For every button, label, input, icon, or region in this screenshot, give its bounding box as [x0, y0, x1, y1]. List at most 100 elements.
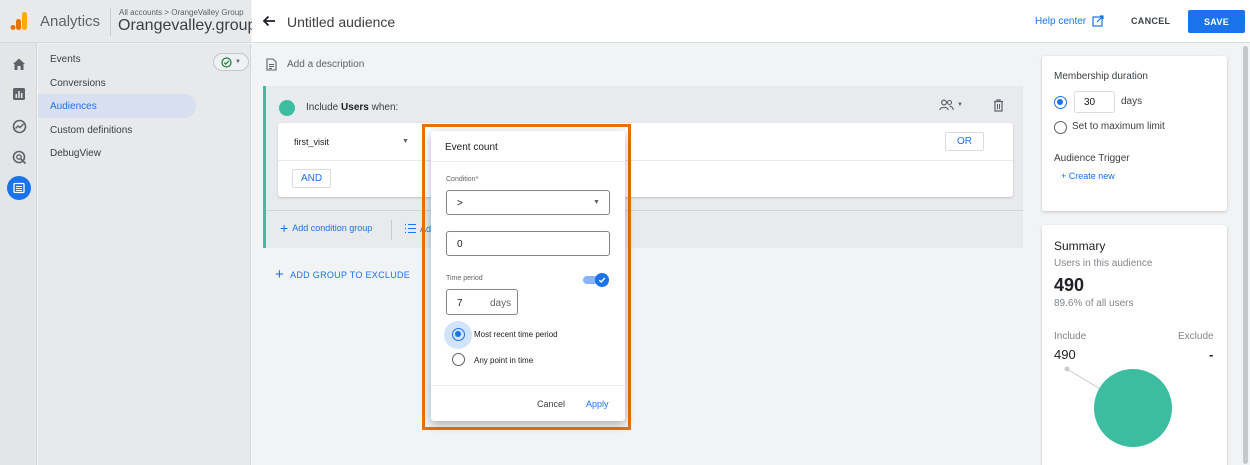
or-button[interactable]: OR	[945, 132, 984, 151]
most-recent-label: Most recent time period	[474, 330, 558, 339]
plus-icon: +	[280, 220, 289, 236]
scope-menu[interactable]: ▼	[939, 99, 963, 111]
chevron-down-icon: ▼	[593, 199, 600, 206]
delete-icon[interactable]	[993, 99, 1004, 112]
dialog-divider	[431, 161, 625, 162]
advertising-icon[interactable]	[9, 147, 29, 167]
add-condition-group-button[interactable]: + Add condition group	[280, 220, 373, 236]
users-percentage: 89.6% of all users	[1054, 298, 1134, 309]
event-count-dialog: Event count Condition* > ▼ 0 Time period…	[431, 131, 625, 421]
include-users-text: Include Users when:	[306, 102, 399, 113]
any-point-radio[interactable]	[452, 353, 465, 366]
create-trigger-button[interactable]: + Create new	[1061, 171, 1115, 181]
people-icon	[939, 99, 954, 111]
chevron-down-icon: ▼	[235, 59, 241, 65]
most-recent-radio[interactable]	[452, 328, 465, 341]
users-count: 490	[1054, 275, 1085, 295]
chevron-down-icon[interactable]: ▼	[402, 138, 409, 145]
description-placeholder: Add a description	[287, 59, 365, 70]
condition-card: first_visit ▼ OR AND	[278, 123, 1013, 197]
include-label: Include	[1054, 331, 1087, 342]
pie-leader-line	[1066, 368, 1103, 391]
maximum-limit-radio[interactable]	[1054, 121, 1067, 134]
time-period-toggle[interactable]	[583, 273, 609, 287]
brand-header: Analytics All accounts > OrangeValley Gr…	[0, 0, 256, 43]
explore-icon[interactable]	[9, 116, 29, 136]
users-in-audience-label: Users in this audience	[1054, 258, 1153, 269]
home-icon[interactable]	[9, 54, 29, 74]
description-field[interactable]: Add a description	[266, 58, 364, 71]
account-breadcrumb[interactable]: All accounts > OrangeValley Group	[119, 8, 244, 17]
pie-slice-include	[1094, 369, 1172, 447]
condition-label: Condition*	[446, 176, 479, 183]
group-header: Include Users when: ▼	[266, 86, 1023, 124]
add-group-to-exclude-label: ADD GROUP TO EXCLUDE	[290, 270, 411, 280]
sidebar-item-events[interactable]: Events	[50, 54, 81, 65]
add-condition-group-label: Add condition group	[292, 223, 373, 233]
any-point-label: Any point in time	[474, 356, 534, 365]
add-group-to-exclude-button[interactable]: + ADD GROUP TO EXCLUDE	[275, 266, 411, 283]
help-center-label: Help center	[1035, 15, 1087, 27]
footer-divider	[391, 220, 392, 240]
group-footer: + Add condition group Ad	[266, 210, 1023, 248]
nav-rail	[0, 0, 37, 465]
membership-duration-title: Membership duration	[1054, 71, 1148, 82]
duration-days-input[interactable]: 30	[1074, 91, 1115, 113]
exclude-label: Exclude	[1178, 331, 1214, 342]
property-selector[interactable]: Orangevalley.group	[118, 17, 256, 35]
check-icon	[598, 277, 606, 284]
document-icon	[266, 58, 277, 71]
pie-leader-dot	[1064, 366, 1070, 372]
maximum-limit-label: Set to maximum limit	[1072, 121, 1165, 132]
dialog-footer-divider	[431, 385, 625, 386]
condition-operator-select[interactable]: > ▼	[446, 190, 610, 215]
audience-trigger-title: Audience Trigger	[1054, 153, 1130, 164]
scrollbar-thumb[interactable]	[1243, 46, 1248, 464]
audience-topbar: Untitled audience Help center CANCEL SAV…	[252, 0, 1250, 43]
header-divider	[110, 8, 111, 36]
dialog-cancel-button[interactable]: Cancel	[537, 399, 565, 409]
group-color-dot	[279, 100, 295, 116]
dialog-title: Event count	[445, 142, 498, 153]
sidebar-item-debugview[interactable]: DebugView	[50, 148, 101, 159]
membership-duration-card: Membership duration 30 days Set to maxim…	[1042, 56, 1227, 211]
summary-title: Summary	[1054, 239, 1106, 253]
duration-unit-label: days	[1121, 96, 1143, 107]
sequence-list-icon	[405, 223, 416, 234]
app-name: Analytics	[40, 13, 101, 30]
save-button[interactable]: SAVE	[1188, 10, 1245, 33]
dialog-apply-button[interactable]: Apply	[586, 399, 609, 409]
reports-icon[interactable]	[9, 84, 29, 104]
cancel-button[interactable]: CANCEL	[1131, 16, 1170, 26]
help-center-link[interactable]: Help center	[1035, 15, 1104, 27]
and-button[interactable]: AND	[292, 169, 331, 188]
sidebar-item-audiences[interactable]: Audiences	[50, 101, 97, 112]
audience-title[interactable]: Untitled audience	[287, 14, 395, 30]
duration-days-radio[interactable]	[1054, 96, 1067, 109]
analytics-logo	[10, 12, 27, 30]
configure-icon[interactable]	[7, 176, 31, 200]
card-divider	[278, 160, 1013, 161]
include-condition-group: Include Users when: ▼ first_visit ▼ OR A…	[263, 86, 1023, 248]
sidebar-item-custom-definitions[interactable]: Custom definitions	[50, 125, 132, 136]
event-count-input[interactable]: 0	[446, 231, 610, 256]
toggle-knob	[595, 273, 609, 287]
include-scope[interactable]: Users	[341, 102, 369, 113]
external-edit-icon	[1092, 15, 1104, 27]
plus-icon: +	[275, 266, 285, 283]
back-arrow-icon[interactable]	[261, 13, 277, 29]
check-circle-icon	[221, 56, 232, 68]
time-period-input[interactable]: 7 days	[446, 289, 518, 315]
time-period-value: 7	[457, 298, 463, 309]
time-period-unit: days	[490, 298, 512, 309]
sidebar-item-conversions[interactable]: Conversions	[50, 78, 106, 89]
summary-card: Summary Users in this audience 490 89.6%…	[1042, 225, 1227, 465]
admin-sidebar: ▼ Events Conversions Audiences Custom de…	[38, 44, 251, 465]
condition-operator-value: >	[457, 198, 463, 209]
property-status-chip[interactable]: ▼	[213, 53, 249, 71]
time-period-label: Time period	[446, 275, 483, 282]
chevron-down-icon: ▼	[957, 102, 963, 108]
page-scrollbar[interactable]	[1240, 44, 1250, 465]
audience-pie-chart	[1064, 366, 1172, 447]
condition-event-name[interactable]: first_visit	[294, 137, 329, 147]
